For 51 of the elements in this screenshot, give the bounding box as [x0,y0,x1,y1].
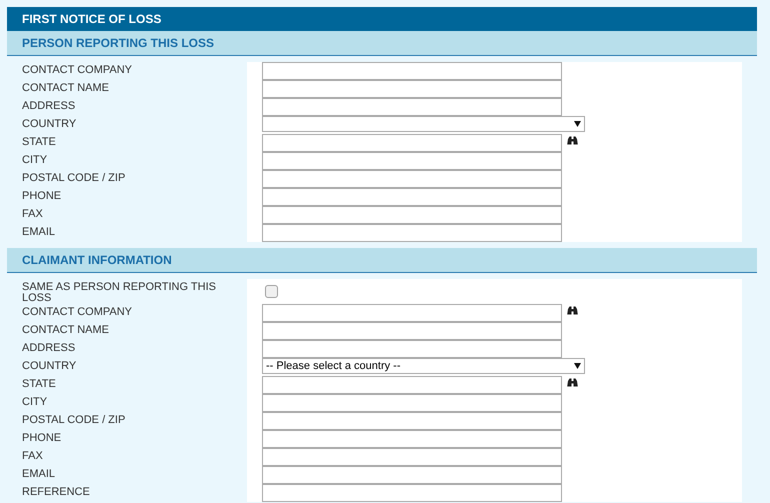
field-label: EMAIL [22,467,56,480]
country-dropdown[interactable]: -- Please select a country -- [262,358,585,374]
field-label: COUNTRY [22,359,78,372]
text-field[interactable] [262,430,562,448]
field-label: PHONE [22,189,62,202]
form-title-bar: FIRST NOTICE OF LOSS [7,7,757,31]
text-field[interactable] [262,80,562,98]
text-field[interactable] [262,322,562,340]
field-label: CONTACT COMPANY [22,63,134,76]
field-label: PHONE [22,431,62,444]
text-field[interactable] [262,448,562,466]
text-field[interactable] [262,170,562,188]
field-label: FAX [22,207,44,220]
checkbox[interactable] [265,285,278,298]
field-label: ADDRESS [22,341,76,354]
text-field[interactable] [262,152,562,170]
text-field[interactable] [262,188,562,206]
field-label: CONTACT NAME [22,81,110,94]
text-field[interactable] [262,98,562,116]
field-label: ADDRESS [22,99,76,112]
field-label: CITY [22,395,48,408]
text-field[interactable] [262,376,562,394]
field-label: CONTACT NAME [22,323,110,336]
dropdown-arrow-icon [574,121,581,127]
field-label: SAME AS PERSON REPORTING THIS LOSS [22,280,217,304]
field-label: REFERENCE [22,485,91,498]
text-field[interactable] [262,206,562,224]
text-field[interactable] [262,394,562,412]
binoculars-icon[interactable] [567,378,578,387]
field-label: COUNTRY [22,117,78,130]
section-header: CLAIMANT INFORMATION [7,248,757,273]
field-label: FAX [22,449,44,462]
dropdown-arrow-icon [574,363,581,369]
field-label: POSTAL CODE / ZIP [22,171,126,184]
text-field[interactable] [262,412,562,430]
field-label: EMAIL [22,225,56,238]
field-label: POSTAL CODE / ZIP [22,413,126,426]
text-field[interactable] [262,224,562,242]
text-field[interactable] [262,340,562,358]
field-label: CITY [22,153,48,166]
text-field[interactable] [262,62,562,80]
field-label: STATE [22,135,57,148]
text-field[interactable] [262,484,562,502]
binoculars-icon[interactable] [567,306,578,315]
field-label: CONTACT COMPANY [22,305,134,318]
text-field[interactable] [262,466,562,484]
text-field[interactable] [262,134,562,152]
text-field[interactable] [262,304,562,322]
field-label: STATE [22,377,57,390]
section-header: PERSON REPORTING THIS LOSS [7,31,757,56]
binoculars-icon[interactable] [567,136,578,145]
